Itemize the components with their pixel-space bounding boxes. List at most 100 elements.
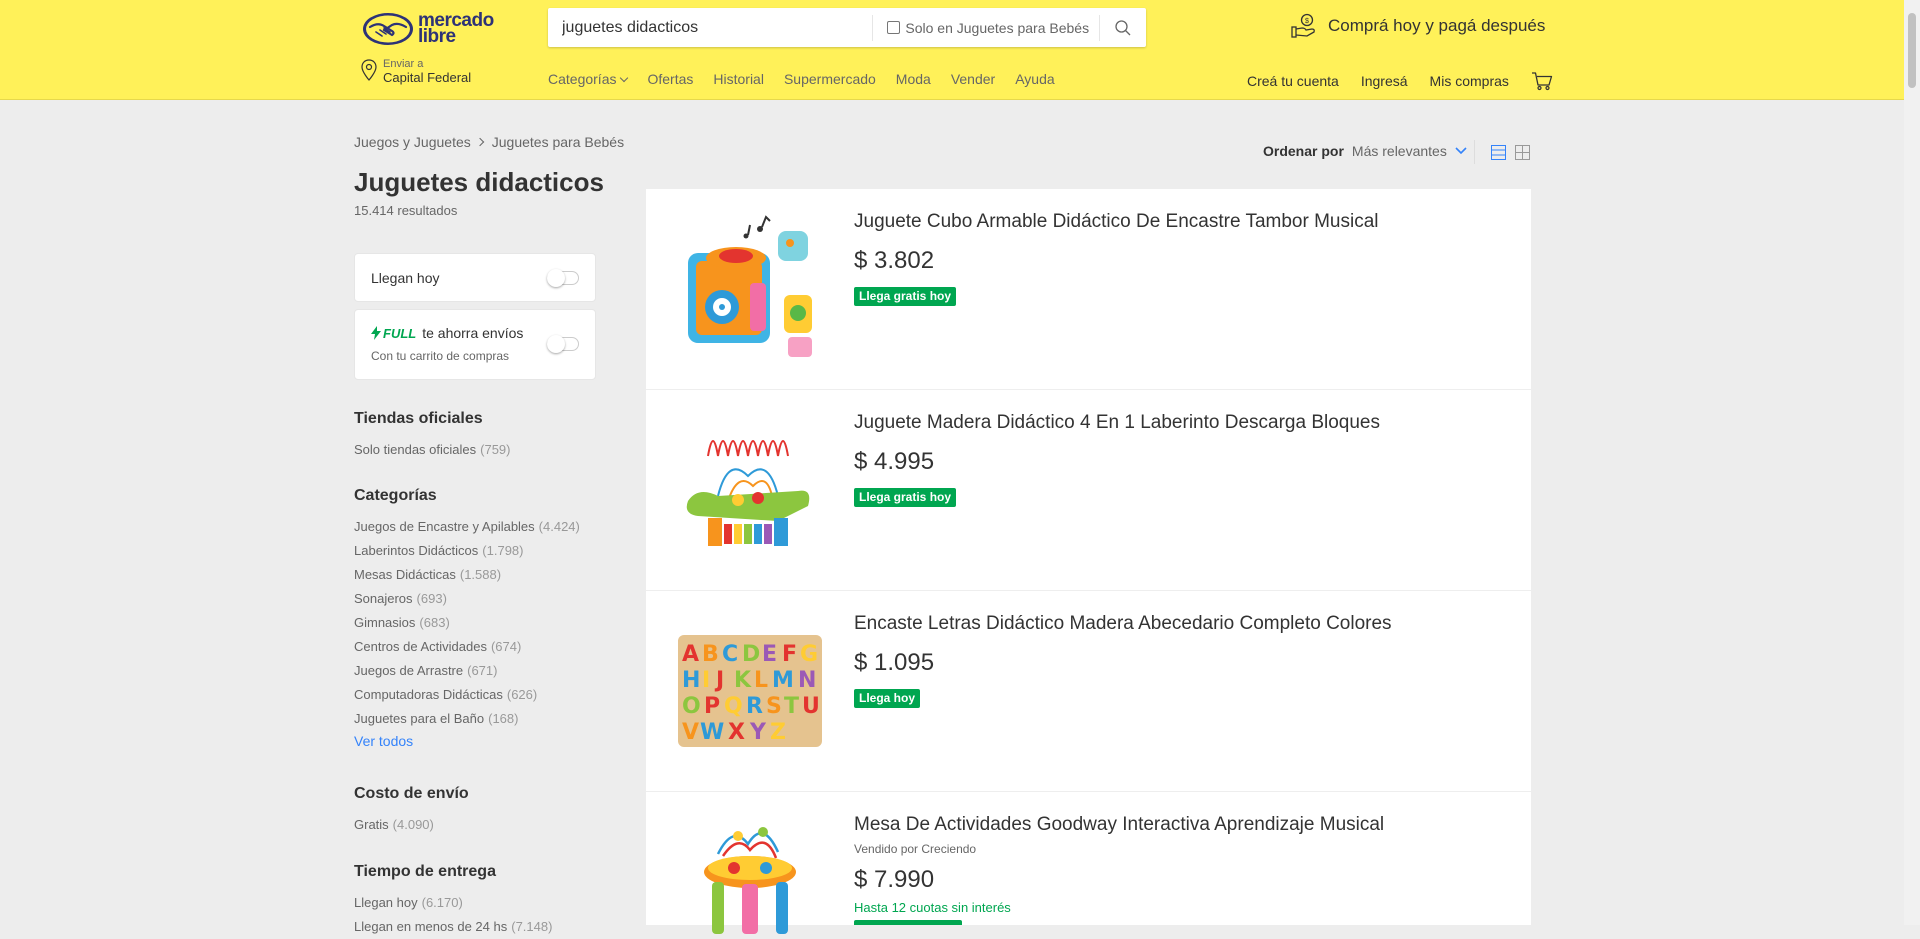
see-all-categories-link[interactable]: Ver todos: [354, 733, 580, 749]
result-item[interactable]: ABCDEFG HIJKLMN OPQRSTU VWXYZ Encaste Le…: [646, 591, 1531, 792]
sort-label: Ordenar por: [1263, 143, 1344, 159]
search-bar: Solo en Juguetes para Bebés: [548, 8, 1146, 47]
page-title: Juguetes didacticos: [354, 167, 604, 197]
breadcrumb: Juegos y Juguetes Juguetes para Bebés: [354, 134, 624, 150]
result-item[interactable]: Juguete Madera Didáctico 4 En 1 Laberint…: [646, 390, 1531, 591]
promo-text: Comprá hoy y pagá después: [1328, 16, 1546, 35]
filter-arrive-today-label: Llegan hoy: [371, 270, 440, 286]
svg-text:E: E: [762, 642, 777, 667]
installments-text: Hasta 12 cuotas sin interés: [854, 900, 1011, 915]
svg-text:O: O: [682, 694, 701, 719]
category-item[interactable]: Computadoras Didácticas (626): [354, 683, 580, 707]
product-image[interactable]: ABCDEFG HIJKLMN OPQRSTU VWXYZ: [678, 635, 822, 747]
official-stores-title: Tiendas oficiales: [354, 410, 483, 427]
mercadolibre-logo[interactable]: mercado libre: [362, 9, 502, 49]
search-scope-checkbox[interactable]: Solo en Juguetes para Bebés: [873, 8, 1099, 47]
product-image[interactable]: [678, 814, 822, 934]
scrollbar-thumb[interactable]: [1908, 13, 1916, 88]
product-title[interactable]: Encaste Letras Didáctico Madera Abecedar…: [854, 613, 1392, 635]
grid-view-icon[interactable]: [1515, 145, 1530, 160]
delivery-time-section: Tiempo de entrega Llegan hoy (6.170) Lleg…: [354, 863, 552, 939]
chevron-down-icon: [620, 73, 629, 83]
product-image[interactable]: [678, 213, 822, 365]
svg-text:Q: Q: [724, 694, 743, 719]
category-item[interactable]: Juguetes para el Baño (168): [354, 707, 580, 731]
official-stores-item[interactable]: Solo tiendas oficiales (759): [354, 438, 511, 462]
chevron-right-icon: [475, 137, 484, 147]
svg-text:B: B: [702, 642, 719, 667]
result-item[interactable]: Juguete Cubo Armable Didáctico De Encast…: [646, 189, 1531, 390]
svg-text:K: K: [734, 668, 752, 693]
product-title[interactable]: Mesa De Actividades Goodway Interactiva …: [854, 814, 1384, 836]
shipping-location[interactable]: Enviar a Capital Federal: [360, 58, 471, 86]
search-icon: [1115, 19, 1131, 35]
page-scrollbar[interactable]: [1904, 0, 1920, 925]
create-account-link[interactable]: Creá tu cuenta: [1247, 73, 1339, 89]
product-title[interactable]: Juguete Madera Didáctico 4 En 1 Laberint…: [854, 412, 1380, 434]
search-input[interactable]: [548, 8, 873, 47]
category-item[interactable]: Gimnasios (683): [354, 611, 580, 635]
product-price: $ 3.802: [854, 247, 935, 274]
delivery-badge: Llega gratis hoy: [854, 488, 957, 507]
svg-text:I: I: [702, 668, 710, 693]
breadcrumb-item-bebes[interactable]: Juguetes para Bebés: [492, 134, 624, 150]
svg-text:C: C: [722, 642, 738, 667]
delivery-24h-item[interactable]: Llegan en menos de 24 hs (7.148): [354, 915, 552, 939]
shipping-free-item[interactable]: Gratis (4.090): [354, 813, 469, 837]
svg-text:$: $: [1305, 18, 1309, 25]
sort-value[interactable]: Más relevantes: [1352, 143, 1447, 159]
checkbox-box[interactable]: [887, 21, 901, 34]
product-image[interactable]: [678, 416, 822, 566]
full-filter-subtext: Con tu carrito de compras: [371, 349, 510, 363]
main-nav: Categorías Ofertas Historial Supermercad…: [548, 71, 1075, 87]
svg-text:A: A: [682, 642, 699, 667]
buy-now-pay-later-promo[interactable]: $ Comprá hoy y pagá después: [1290, 13, 1545, 39]
login-link[interactable]: Ingresá: [1361, 73, 1408, 89]
arrive-today-toggle[interactable]: [547, 269, 579, 287]
full-badge: FULL: [371, 326, 416, 341]
nav-moda[interactable]: Moda: [896, 71, 931, 87]
nav-categorias[interactable]: Categorías: [548, 71, 629, 87]
svg-text:L: L: [754, 668, 768, 693]
header: mercado libre Solo en Juguetes para Bebé…: [0, 0, 1904, 100]
full-shipping-toggle[interactable]: [547, 335, 579, 353]
location-value: Capital Federal: [383, 70, 472, 85]
delivery-time-title: Tiempo de entrega: [354, 863, 496, 880]
delivery-today-item[interactable]: Llegan hoy (6.170): [354, 891, 552, 915]
nav-ofertas[interactable]: Ofertas: [647, 71, 693, 87]
product-title[interactable]: Juguete Cubo Armable Didáctico De Encast…: [854, 211, 1379, 233]
product-price: $ 7.990: [854, 866, 935, 893]
category-item[interactable]: Sonajeros (693): [354, 587, 580, 611]
search-button[interactable]: [1100, 8, 1146, 47]
delivery-badge-partial: [854, 920, 962, 925]
nav-historial[interactable]: Historial: [713, 71, 764, 87]
cart-icon[interactable]: [1531, 71, 1553, 91]
shipping-cost-title: Costo de envío: [354, 785, 469, 802]
category-item[interactable]: Centros de Actividades (674): [354, 635, 580, 659]
nav-vender[interactable]: Vender: [951, 71, 995, 87]
svg-text:S: S: [766, 694, 782, 719]
categories-section: Categorías Juegos de Encastre y Apilable…: [354, 487, 580, 749]
list-view-icon[interactable]: [1491, 145, 1506, 160]
nav-ayuda[interactable]: Ayuda: [1015, 71, 1054, 87]
my-purchases-link[interactable]: Mis compras: [1430, 73, 1509, 89]
hand-coin-icon: $: [1291, 13, 1315, 38]
svg-text:J: J: [714, 668, 724, 693]
product-price: $ 4.995: [854, 448, 935, 475]
category-item[interactable]: Juegos de Arrastre (671): [354, 659, 580, 683]
location-label: Enviar a: [383, 58, 424, 70]
svg-text:U: U: [802, 694, 820, 719]
filter-arrive-today[interactable]: Llegan hoy: [354, 253, 596, 302]
results-list: Juguete Cubo Armable Didáctico De Encast…: [646, 189, 1531, 934]
svg-text:Z: Z: [770, 720, 786, 745]
category-item[interactable]: Juegos de Encastre y Apilables (4.424): [354, 515, 580, 539]
filter-full-shipping[interactable]: FULL te ahorra envíos Con tu carrito de …: [354, 309, 596, 380]
category-item[interactable]: Mesas Didácticas (1.588): [354, 563, 580, 587]
nav-supermercado[interactable]: Supermercado: [784, 71, 876, 87]
sort-control[interactable]: Ordenar por Más relevantes: [1263, 143, 1467, 159]
sort-divider: [1474, 140, 1475, 164]
svg-text:W: W: [700, 720, 724, 745]
breadcrumb-item-juegos[interactable]: Juegos y Juguetes: [354, 134, 471, 150]
category-item[interactable]: Laberintos Didácticos (1.798): [354, 539, 580, 563]
result-item[interactable]: Mesa De Actividades Goodway Interactiva …: [646, 792, 1531, 934]
